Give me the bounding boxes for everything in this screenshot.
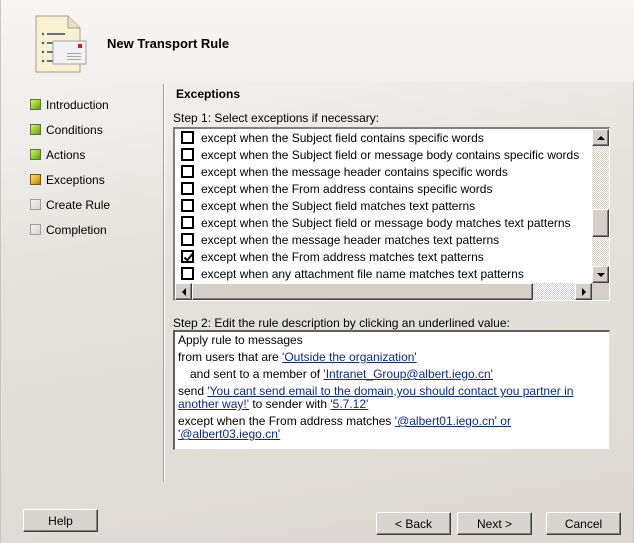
nav-step-label: Introduction	[46, 97, 109, 112]
sender-scope-link[interactable]: 'Outside the organization'	[282, 350, 417, 364]
nav-step-label: Exceptions	[46, 172, 105, 187]
scroll-right-button[interactable]	[575, 283, 592, 300]
exception-label: except when the From address contains sp…	[201, 181, 493, 196]
exception-checkbox[interactable]	[181, 165, 194, 178]
exception-label: except when the message header contains …	[201, 164, 508, 179]
scroll-up-button[interactable]	[592, 129, 609, 146]
nav-step-label: Completion	[46, 222, 107, 237]
cancel-button[interactable]: Cancel	[546, 512, 621, 535]
rule-description-box: Apply rule to messages from users that a…	[173, 330, 610, 450]
arrow-right-icon	[581, 287, 586, 296]
exception-checkbox[interactable]	[181, 250, 194, 263]
exception-checkbox[interactable]	[181, 131, 194, 144]
exception-label: except when the Subject field contains s…	[201, 130, 484, 145]
horizontal-scrollbar[interactable]	[175, 283, 592, 300]
desc-text: Apply rule to messages	[178, 333, 303, 347]
exception-label: except when the Subject field or message…	[201, 215, 571, 230]
vertical-scrollbar[interactable]	[592, 129, 609, 283]
exception-item[interactable]: except when the From address matches tex…	[175, 248, 592, 265]
transport-rule-icon	[35, 15, 87, 73]
exception-label: except when the Subject field matches te…	[201, 198, 476, 213]
exception-item[interactable]: except when the From address contains sp…	[175, 180, 592, 197]
step-current-icon	[30, 174, 41, 185]
nav-step-exceptions: Exceptions	[30, 167, 110, 192]
desc-line: from users that are 'Outside the organiz…	[178, 351, 606, 364]
vertical-scroll-thumb[interactable]	[592, 209, 609, 237]
step-complete-icon	[30, 124, 41, 135]
desc-line: except when the From address matches '@a…	[178, 415, 606, 441]
desc-line: and sent to a member of 'Intranet_Group@…	[178, 368, 606, 381]
exception-checkbox[interactable]	[181, 233, 194, 246]
exception-item[interactable]: except when any attachment file name mat…	[175, 265, 592, 282]
nav-step-label: Conditions	[46, 122, 103, 137]
back-button[interactable]: < Back	[376, 512, 451, 535]
step-complete-icon	[30, 149, 41, 160]
step1-label: Step 1: Select exceptions if necessary:	[173, 111, 380, 125]
exception-item[interactable]: except when the Subject field or message…	[175, 214, 592, 231]
arrow-down-icon	[596, 272, 605, 277]
nav-step-create-rule: Create Rule	[30, 192, 110, 217]
desc-line: Apply rule to messages	[178, 334, 606, 347]
exception-label: except when any attachment file name mat…	[201, 266, 524, 281]
exception-item[interactable]: except when the message header matches t…	[175, 231, 592, 248]
nav-step-label: Create Rule	[46, 197, 111, 212]
desc-line: send 'You cant send email to the domain,…	[178, 385, 606, 411]
recipient-group-link[interactable]: 'Intranet_Group@albert.iego.cn'	[323, 367, 493, 381]
exception-item[interactable]: except when the message header contains …	[175, 163, 592, 180]
exceptions-list: except when the Subject field contains s…	[175, 129, 592, 283]
step2-label: Step 2: Edit the rule description by cli…	[173, 316, 510, 330]
exception-checkbox[interactable]	[181, 199, 194, 212]
exception-label: except when the message header matches t…	[201, 232, 500, 247]
step-pending-icon	[30, 224, 41, 235]
nav-step-introduction: Introduction	[30, 92, 110, 117]
wizard-title: New Transport Rule	[107, 36, 230, 51]
wizard-header: New Transport Rule	[1, 0, 634, 82]
scrollbar-corner	[592, 283, 609, 300]
wizard-window: New Transport Rule Introduction Conditio…	[0, 0, 634, 543]
desc-text: except when the From address matches	[178, 414, 395, 428]
step-complete-icon	[30, 99, 41, 110]
wizard-steps-nav: Introduction Conditions Actions Exceptio…	[30, 92, 110, 242]
nav-divider	[163, 84, 165, 482]
arrow-up-icon	[596, 135, 605, 140]
scroll-down-button[interactable]	[592, 266, 609, 283]
scroll-left-button[interactable]	[175, 283, 192, 300]
next-button[interactable]: Next >	[457, 512, 532, 535]
exceptions-listbox[interactable]: except when the Subject field contains s…	[173, 127, 610, 301]
desc-text: and sent to a member of	[190, 367, 324, 381]
nav-step-completion: Completion	[30, 217, 110, 242]
exception-checkbox[interactable]	[181, 182, 194, 195]
exception-checkbox[interactable]	[181, 216, 194, 229]
exception-checkbox[interactable]	[181, 148, 194, 161]
exception-item[interactable]: except when the Subject field or message…	[175, 146, 592, 163]
exception-checkbox[interactable]	[181, 267, 194, 280]
exception-item[interactable]: except when the Subject field contains s…	[175, 129, 592, 146]
desc-text: to sender with	[249, 397, 331, 411]
exception-item[interactable]: except when the Subject field matches te…	[175, 197, 592, 214]
desc-text: from users that are	[178, 350, 283, 364]
help-button[interactable]: Help	[23, 509, 98, 532]
desc-text: send	[178, 384, 208, 398]
nav-step-conditions: Conditions	[30, 117, 110, 142]
section-title: Exceptions	[176, 87, 241, 101]
arrow-left-icon	[181, 287, 186, 296]
nav-step-label: Actions	[46, 147, 86, 162]
exception-label: except when the From address matches tex…	[201, 249, 484, 264]
horizontal-scroll-thumb[interactable]	[192, 283, 533, 300]
exception-label: except when the Subject field or message…	[201, 147, 580, 162]
step-pending-icon	[30, 199, 41, 210]
nav-step-actions: Actions	[30, 142, 110, 167]
status-code-link[interactable]: '5.7.12'	[330, 397, 368, 411]
rejection-message-link[interactable]: 'You cant send email to the domain,you s…	[178, 384, 573, 411]
